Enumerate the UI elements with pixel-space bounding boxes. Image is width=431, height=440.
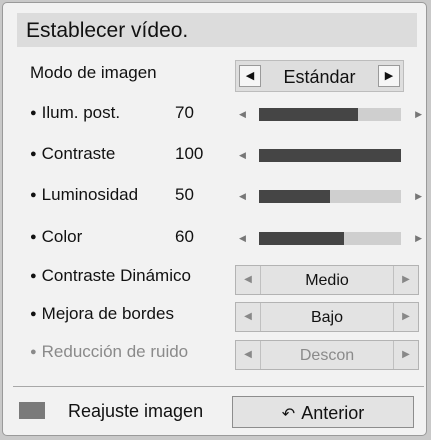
backlight-label: Ilum. post. (30, 103, 120, 123)
picture-mode-value: Estándar (283, 67, 356, 87)
video-settings-panel: Establecer vídeo. Modo de imagen ◀ Están… (2, 2, 427, 436)
color-label: Color (30, 227, 83, 247)
left-triangle-icon[interactable]: ◀ (239, 65, 261, 87)
edge-enhancer-select[interactable]: ◀ Bajo ▶ (235, 302, 419, 332)
divider (13, 386, 424, 387)
brightness-slider[interactable]: ◀ ▶ (239, 186, 422, 206)
left-arrow-icon[interactable]: ◀ (236, 266, 261, 294)
edge-enhancer-label: Mejora de bordes (30, 304, 174, 324)
picture-mode-selector[interactable]: ◀ Estándar ▶ (235, 60, 404, 92)
brightness-value: 50 (175, 185, 194, 204)
right-arrow-icon[interactable]: ▶ (415, 186, 422, 206)
panel-title: Establecer vídeo. (17, 13, 417, 47)
right-arrow-icon[interactable]: ▶ (415, 228, 422, 248)
slider-fill (259, 190, 330, 203)
color-slider[interactable]: ◀ ▶ (239, 228, 422, 248)
edge-enhancer-value: Bajo (310, 309, 344, 326)
slider-fill (259, 108, 359, 121)
slider-track (259, 108, 401, 121)
right-arrow-icon[interactable]: ▶ (415, 104, 422, 124)
contrast-slider[interactable]: ◀ (239, 145, 422, 165)
noise-reduction-label: Reducción de ruido (30, 342, 188, 362)
slider-fill (259, 149, 401, 162)
noise-reduction-value: Descon (299, 347, 355, 364)
left-arrow-icon: ◀ (236, 341, 261, 369)
right-arrow-icon[interactable]: ▶ (393, 266, 418, 294)
left-arrow-icon[interactable]: ◀ (236, 303, 261, 331)
contrast-label: Contraste (30, 144, 116, 164)
backlight-value: 70 (175, 103, 194, 122)
slider-track (259, 232, 401, 245)
backlight-slider[interactable]: ◀ ▶ (239, 104, 422, 124)
right-arrow-icon: ▶ (393, 341, 418, 369)
slider-track (259, 190, 401, 203)
gray-key-icon (19, 402, 45, 419)
right-arrow-icon[interactable]: ▶ (393, 303, 418, 331)
left-arrow-icon[interactable]: ◀ (239, 104, 246, 124)
brightness-label: Luminosidad (30, 185, 138, 205)
dynamic-contrast-select[interactable]: ◀ Medio ▶ (235, 265, 419, 295)
left-arrow-icon[interactable]: ◀ (239, 228, 246, 248)
slider-track (259, 149, 401, 162)
color-value: 60 (175, 227, 194, 246)
noise-reduction-select: ◀ Descon ▶ (235, 340, 419, 370)
picture-mode-label: Modo de imagen (30, 63, 157, 82)
back-button-label: Anterior (301, 403, 365, 423)
back-button[interactable]: ↶ Anterior (232, 396, 414, 428)
dynamic-contrast-label: Contraste Dinámico (30, 266, 191, 286)
contrast-value: 100 (175, 144, 204, 163)
left-arrow-icon[interactable]: ◀ (239, 186, 246, 206)
right-triangle-icon[interactable]: ▶ (378, 65, 400, 87)
return-arrow-icon: ↶ (281, 406, 296, 423)
picture-reset-button[interactable]: Reajuste imagen (68, 400, 203, 422)
left-arrow-icon[interactable]: ◀ (239, 145, 246, 165)
dynamic-contrast-value: Medio (305, 272, 349, 289)
slider-fill (259, 232, 345, 245)
